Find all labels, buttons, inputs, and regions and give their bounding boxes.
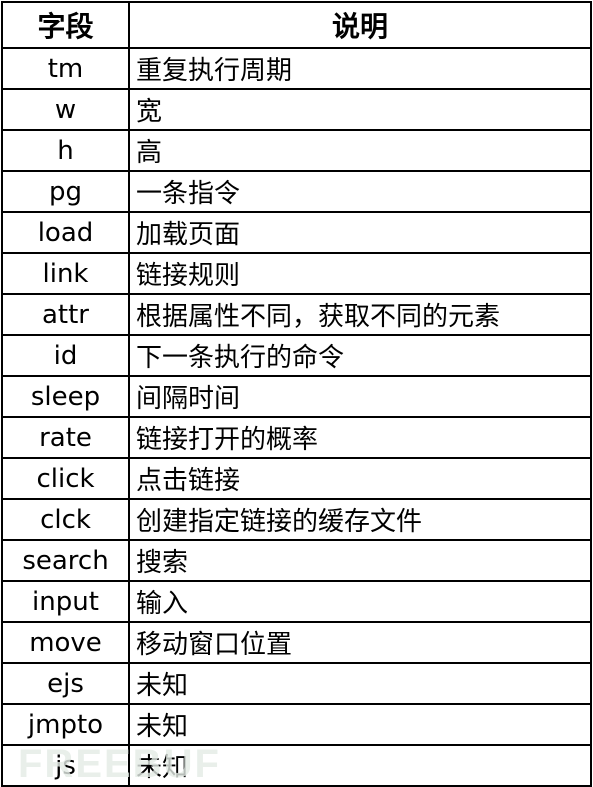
desc-cell: 未知 xyxy=(128,703,592,746)
field-cell: load xyxy=(1,211,130,254)
field-cell: id xyxy=(1,334,130,377)
field-cell: input xyxy=(1,580,130,623)
desc-cell: 链接打开的概率 xyxy=(128,416,592,459)
field-cell: attr xyxy=(1,293,130,336)
table-row: tm 重复执行周期 xyxy=(1,47,592,90)
field-cell: clck xyxy=(1,498,130,541)
desc-cell: 输入 xyxy=(128,580,592,623)
table-row: clck 创建指定链接的缓存文件 xyxy=(1,498,592,541)
field-cell: w xyxy=(1,88,130,131)
table-row: js 未知 xyxy=(1,744,592,787)
field-cell: jmpto xyxy=(1,703,130,746)
field-cell: click xyxy=(1,457,130,500)
table-row: h高 xyxy=(1,129,592,172)
header-desc: 说明 xyxy=(128,1,592,49)
desc-cell: 加载页面 xyxy=(128,211,592,254)
table-row: w宽 xyxy=(1,88,592,131)
desc-cell: 未知 xyxy=(128,744,592,787)
table-row: link 链接规则 xyxy=(1,252,592,295)
table-row: ejs 未知 xyxy=(1,662,592,705)
table-row: click 点击链接 xyxy=(1,457,592,500)
field-cell: tm xyxy=(1,47,130,90)
field-cell: link xyxy=(1,252,130,295)
desc-cell: 间隔时间 xyxy=(128,375,592,418)
table-row: rate 链接打开的概率 xyxy=(1,416,592,459)
desc-cell: 链接规则 xyxy=(128,252,592,295)
desc-cell: 移动窗口位置 xyxy=(128,621,592,664)
field-cell: rate xyxy=(1,416,130,459)
field-cell: pg xyxy=(1,170,130,213)
desc-cell: 高 xyxy=(128,129,592,172)
field-cell: js xyxy=(1,744,130,787)
table-row: sleep 间隔时间 xyxy=(1,375,592,418)
table-row: pg 一条指令 xyxy=(1,170,592,213)
table-row: input 输入 xyxy=(1,580,592,623)
field-cell: move xyxy=(1,621,130,664)
desc-cell: 根据属性不同，获取不同的元素 xyxy=(128,293,592,336)
field-cell: ejs xyxy=(1,662,130,705)
table-row: search 搜索 xyxy=(1,539,592,582)
desc-cell: 创建指定链接的缓存文件 xyxy=(128,498,592,541)
field-table: 字段 说明 tm 重复执行周期 w 宽 h 高 pg 一条指令 load 加载页面 link 链接规则… xyxy=(1,1,592,787)
table-row: attr 根据属性不同，获取不同的元素 xyxy=(1,293,592,336)
desc-cell: 一条指令 xyxy=(128,170,592,213)
header-field: 字段 xyxy=(1,1,130,49)
table-row: load 加载页面 xyxy=(1,211,592,254)
header-row: 字段 说明 xyxy=(1,1,592,49)
desc-cell: 搜索 xyxy=(128,539,592,582)
table-row: jmpto 未知 xyxy=(1,703,592,746)
desc-cell: 未知 xyxy=(128,662,592,705)
desc-cell: 重复执行周期 xyxy=(128,47,592,90)
desc-cell: 下一条执行的命令 xyxy=(128,334,592,377)
field-cell: sleep xyxy=(1,375,130,418)
field-cell: h xyxy=(1,129,130,172)
field-cell: search xyxy=(1,539,130,582)
table-row: id 下一条执行的命令 xyxy=(1,334,592,377)
table-row: move 移动窗口位置 xyxy=(1,621,592,664)
desc-cell: 宽 xyxy=(128,88,592,131)
desc-cell: 点击链接 xyxy=(128,457,592,500)
